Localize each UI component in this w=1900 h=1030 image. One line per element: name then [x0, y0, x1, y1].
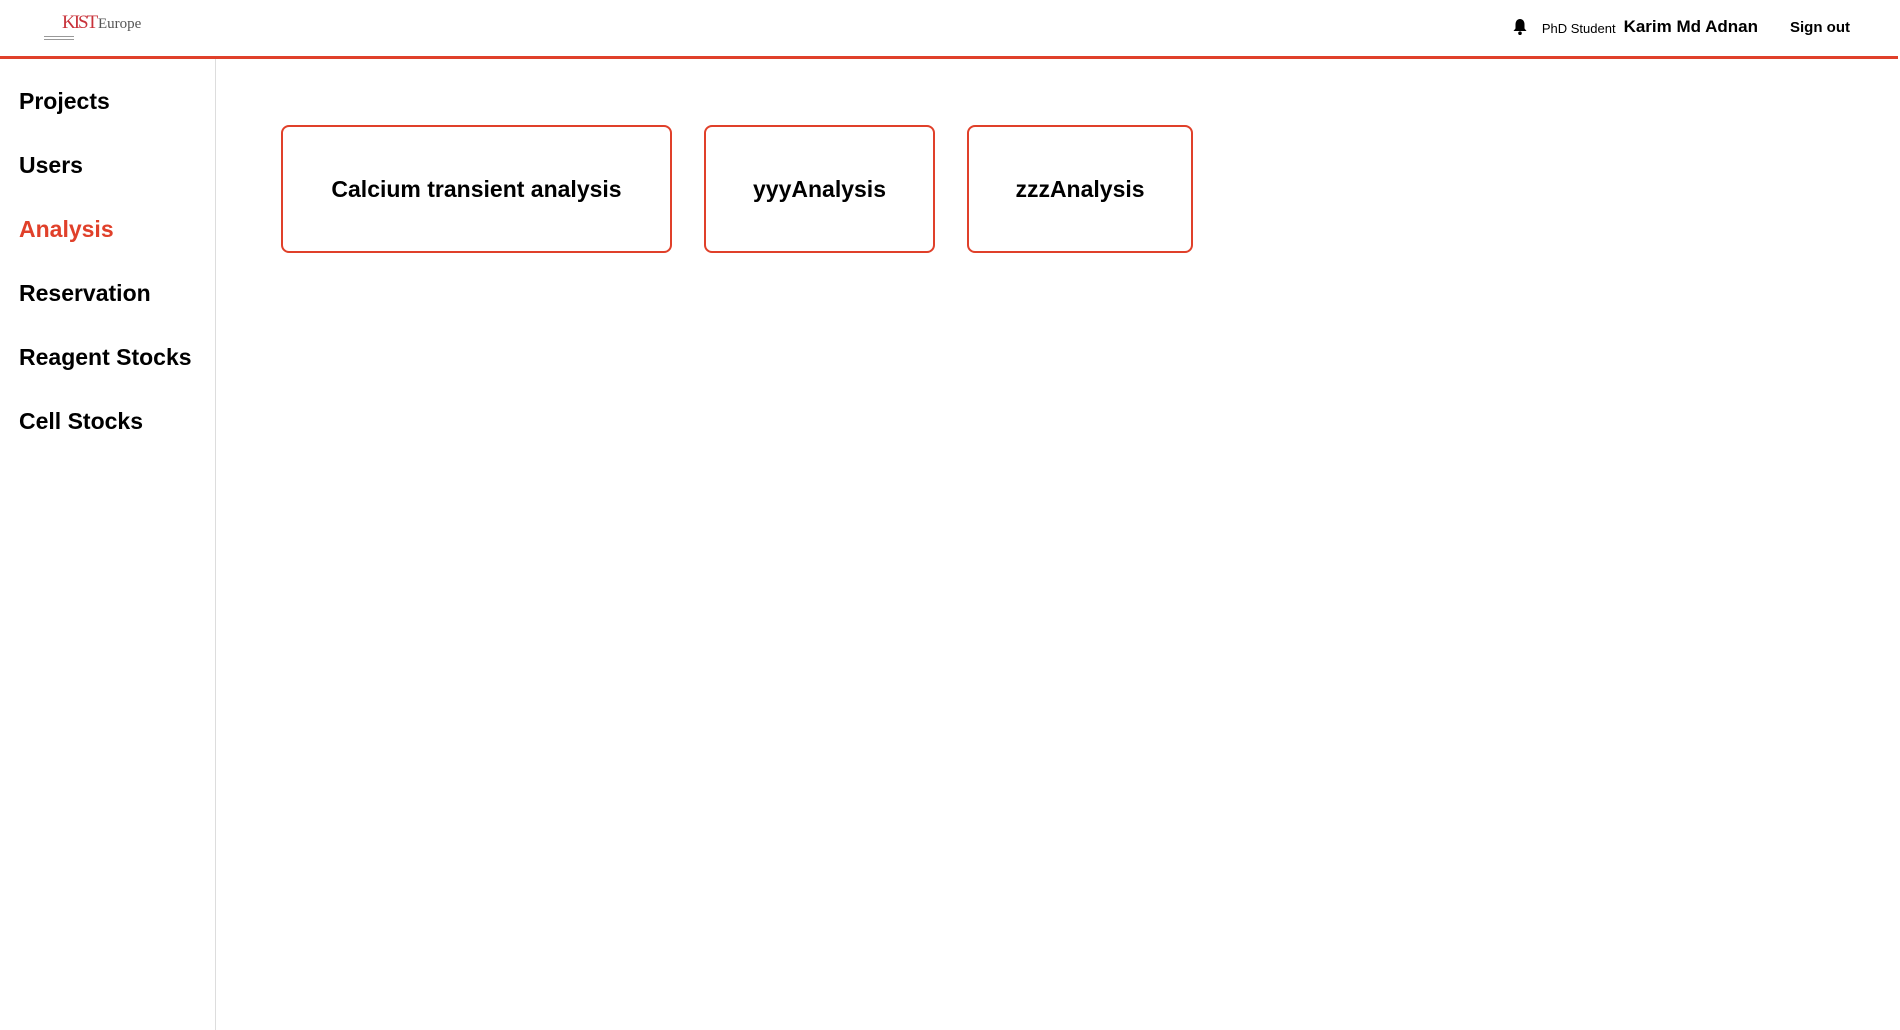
logo-underline — [44, 36, 74, 40]
user-role: PhD Student — [1541, 21, 1616, 36]
logo-text: Europe — [98, 15, 142, 32]
sidebar-item-reservation[interactable]: Reservation — [0, 281, 215, 345]
sidebar-nav: Projects Users Analysis Reservation Reag… — [0, 59, 216, 1030]
kist-europe-logo[interactable]: KIST Europe — [42, 12, 141, 42]
top-header: KIST Europe PhD Student Karim Md Adnan S… — [0, 0, 1898, 59]
sidebar-item-users[interactable]: Users — [0, 153, 215, 217]
user-area: PhD Student Karim Md Adnan Sign out — [1512, 14, 1850, 40]
analysis-card-zzz[interactable]: zzzAnalysis — [967, 125, 1193, 253]
kist-logo-mark: KIST — [42, 12, 98, 42]
analysis-card-yyy[interactable]: yyyAnalysis — [704, 125, 935, 253]
sign-out-button[interactable]: Sign out — [1790, 19, 1850, 36]
logo-mark-text: KIST — [62, 12, 98, 33]
user-name: Karim Md Adnan — [1623, 17, 1758, 36]
analysis-card-calcium-transient[interactable]: Calcium transient analysis — [281, 125, 672, 253]
sidebar-item-cell-stocks[interactable]: Cell Stocks — [0, 409, 215, 473]
bell-icon[interactable] — [1512, 18, 1528, 36]
sidebar-item-analysis[interactable]: Analysis — [0, 217, 215, 281]
sidebar-item-reagent-stocks[interactable]: Reagent Stocks — [0, 345, 215, 409]
sidebar-item-projects[interactable]: Projects — [0, 89, 215, 153]
